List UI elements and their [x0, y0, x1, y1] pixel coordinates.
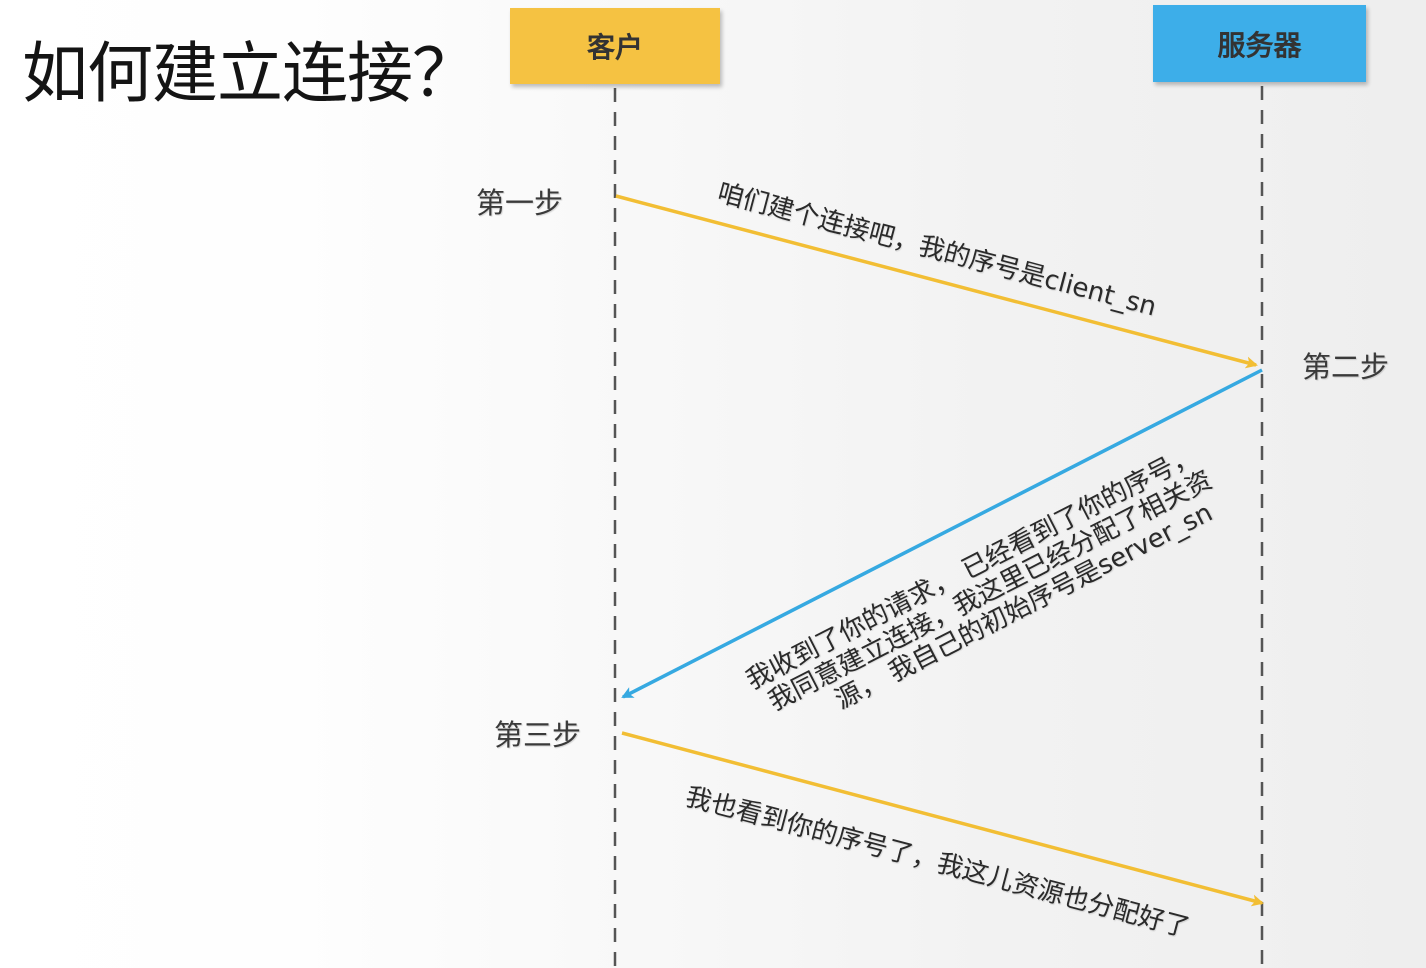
step-1-label: 第一步: [476, 186, 564, 220]
syn-arrow: [615, 194, 1258, 369]
server-actor-box: 服务器: [1153, 5, 1366, 82]
step-2-label: 第二步: [1302, 350, 1390, 384]
step-3-label: 第三步: [494, 718, 582, 752]
client-actor-box: 客户: [510, 8, 720, 84]
